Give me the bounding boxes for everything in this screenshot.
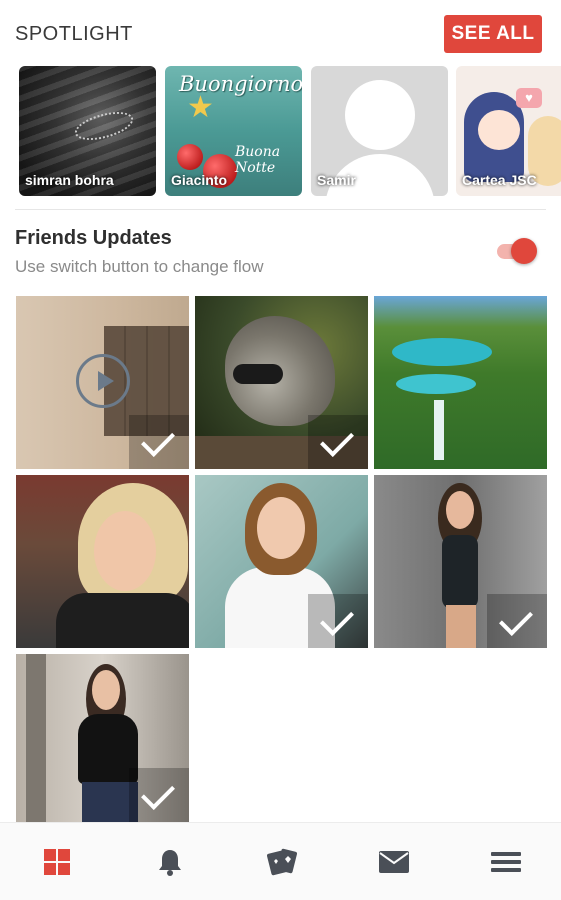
spotlight-strip[interactable]: simran bohra Buongiorno ★ Buona Notte Gi… bbox=[0, 66, 561, 196]
envelope-icon bbox=[379, 851, 409, 873]
nav-messages-button[interactable] bbox=[374, 845, 414, 879]
lake-figure bbox=[392, 338, 492, 366]
door-frame bbox=[26, 654, 46, 822]
spotlight-card[interactable]: Samir bbox=[311, 66, 448, 196]
nav-cards-button[interactable] bbox=[262, 845, 302, 879]
hamburger-menu-icon bbox=[491, 852, 521, 872]
grid-tile[interactable] bbox=[195, 296, 368, 469]
nav-notifications-button[interactable] bbox=[150, 845, 190, 879]
lake-figure bbox=[396, 374, 476, 394]
grid-tile[interactable] bbox=[16, 475, 189, 648]
person-dress bbox=[442, 535, 478, 609]
spotlight-card[interactable]: ♥ Cartea JSC bbox=[456, 66, 561, 196]
bell-icon bbox=[159, 850, 181, 876]
waterfall-figure bbox=[434, 400, 444, 460]
grid-tile[interactable] bbox=[16, 654, 189, 822]
person-face bbox=[446, 491, 474, 529]
friends-updates-subtitle: Use switch button to change flow bbox=[15, 257, 264, 276]
play-icon[interactable] bbox=[76, 354, 130, 408]
nav-home-button[interactable] bbox=[37, 845, 77, 879]
person-face bbox=[94, 511, 156, 591]
spotlight-card[interactable]: simran bohra bbox=[19, 66, 156, 196]
grid-tile[interactable] bbox=[374, 296, 547, 469]
raccoon-mask bbox=[233, 364, 283, 384]
avatar-placeholder-icon bbox=[345, 80, 415, 150]
grid-tile[interactable] bbox=[374, 475, 547, 648]
spotlight-card-name: Giacinto bbox=[171, 172, 228, 188]
bottom-navigation-bar bbox=[0, 822, 561, 900]
section-divider bbox=[15, 209, 546, 210]
person-legs bbox=[446, 605, 476, 648]
spotlight-card-name: Samir bbox=[317, 172, 356, 188]
christmas-ball bbox=[177, 144, 203, 170]
spotlight-title: SPOTLIGHT bbox=[15, 23, 133, 45]
cartoon-face bbox=[478, 110, 520, 150]
check-icon bbox=[129, 768, 189, 822]
nav-menu-button[interactable] bbox=[486, 845, 526, 879]
grid-icon bbox=[44, 849, 70, 875]
heart-bubble-icon: ♥ bbox=[516, 88, 542, 108]
person-face bbox=[257, 497, 305, 559]
spotlight-header: SPOTLIGHT SEE ALL bbox=[0, 0, 561, 62]
star-ornament-icon: ★ bbox=[187, 91, 214, 124]
check-icon bbox=[308, 415, 368, 469]
check-icon bbox=[308, 594, 368, 648]
switch-knob bbox=[511, 238, 537, 264]
person-shirt bbox=[56, 593, 189, 648]
person-face bbox=[92, 670, 120, 710]
see-all-button[interactable]: SEE ALL bbox=[444, 15, 542, 53]
spotlight-card-name: simran bohra bbox=[25, 172, 114, 188]
grid-tile[interactable] bbox=[195, 475, 368, 648]
spotlight-card-name: Cartea JSC bbox=[462, 172, 537, 188]
check-icon bbox=[487, 594, 547, 648]
spotlight-card[interactable]: Buongiorno ★ Buona Notte Giacinto bbox=[165, 66, 302, 196]
flow-toggle-switch[interactable] bbox=[493, 238, 539, 264]
card-subtext: Buona Notte bbox=[235, 144, 281, 176]
grid-tile-video[interactable] bbox=[16, 296, 189, 469]
friends-updates-title: Friends Updates bbox=[15, 227, 172, 249]
cards-icon bbox=[267, 848, 297, 876]
check-icon bbox=[129, 415, 189, 469]
